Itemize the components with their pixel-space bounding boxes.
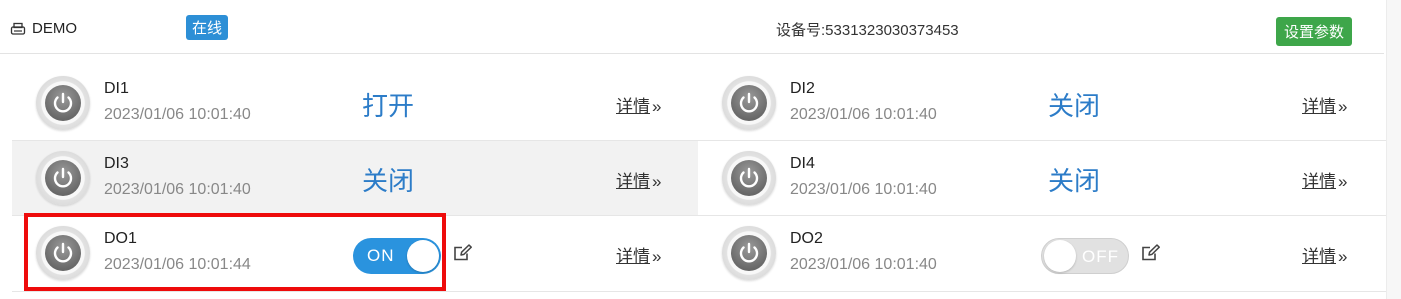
- toggle-knob: [407, 240, 439, 272]
- io-timestamp: 2023/01/06 10:01:44: [104, 256, 251, 273]
- table-row: DI4 2023/01/06 10:01:40 关闭 详情»: [698, 141, 1386, 215]
- detail-label: 详情: [1302, 247, 1336, 266]
- io-cell-di2: DI2 2023/01/06 10:01:40 关闭 详情»: [698, 66, 1386, 140]
- edit-icon[interactable]: [1141, 244, 1161, 267]
- detail-link[interactable]: 详情»: [616, 92, 661, 117]
- detail-link[interactable]: 详情»: [1302, 167, 1347, 192]
- detail-label: 详情: [1302, 97, 1336, 116]
- scrollbar[interactable]: [1386, 0, 1401, 299]
- chevron-right-icon: »: [652, 172, 662, 191]
- io-timestamp: 2023/01/06 10:01:40: [790, 106, 937, 123]
- io-cell-di1: DI1 2023/01/06 10:01:40 打开 详情»: [12, 66, 698, 140]
- io-name: DI3: [104, 155, 129, 172]
- serial-number: 设备号:5331323030373453: [776, 19, 959, 40]
- table-row: DO1 2023/01/06 10:01:44 ON 详情»: [12, 216, 698, 290]
- toggle-label: OFF: [1082, 247, 1119, 266]
- power-icon: [722, 76, 776, 130]
- chevron-right-icon: »: [652, 97, 662, 116]
- device-header: DEMO 在线 设备号:5331323030373453 设置参数: [0, 0, 1384, 54]
- table-row: DI1 2023/01/06 10:01:40 打开 详情»: [12, 66, 698, 140]
- detail-link[interactable]: 详情»: [616, 167, 661, 192]
- detail-label: 详情: [1302, 172, 1336, 191]
- io-cell-do1: DO1 2023/01/06 10:01:44 ON 详情»: [12, 216, 698, 290]
- io-timestamp: 2023/01/06 10:01:40: [790, 256, 937, 273]
- device-title: DEMO: [10, 20, 77, 37]
- power-icon: [36, 151, 90, 205]
- table-row: DO2 2023/01/06 10:01:40 OFF 详情»: [698, 216, 1386, 290]
- io-name: DI2: [790, 80, 815, 97]
- power-icon: [722, 226, 776, 280]
- io-cell-di4: DI4 2023/01/06 10:01:40 关闭 详情»: [698, 141, 1386, 215]
- do1-toggle-switch[interactable]: ON: [353, 238, 441, 274]
- detail-label: 详情: [616, 97, 650, 116]
- io-name: DI1: [104, 80, 129, 97]
- io-name: DO1: [104, 230, 137, 247]
- detail-link[interactable]: 详情»: [1302, 92, 1347, 117]
- do2-toggle-switch[interactable]: OFF: [1041, 238, 1129, 274]
- row-divider: [12, 291, 1386, 292]
- edit-icon[interactable]: [453, 244, 473, 267]
- printer-icon: [10, 22, 26, 36]
- detail-label: 详情: [616, 247, 650, 266]
- io-status: 打开: [362, 91, 415, 121]
- settings-button[interactable]: 设置参数: [1276, 17, 1353, 46]
- table-row: DI3 2023/01/06 10:01:40 关闭 详情»: [12, 141, 698, 215]
- chevron-right-icon: »: [652, 247, 662, 266]
- power-icon: [722, 151, 776, 205]
- device-name: DEMO: [32, 20, 77, 37]
- io-name: DO2: [790, 230, 823, 247]
- io-timestamp: 2023/01/06 10:01:40: [790, 181, 937, 198]
- toggle-knob: [1044, 240, 1076, 272]
- serial-label: 设备号:: [776, 22, 826, 39]
- serial-value: 5331323030373453: [825, 22, 959, 39]
- io-status: 关闭: [362, 166, 415, 196]
- io-cell-di3: DI3 2023/01/06 10:01:40 关闭 详情»: [12, 141, 698, 215]
- chevron-right-icon: »: [1338, 97, 1348, 116]
- chevron-right-icon: »: [1338, 247, 1348, 266]
- detail-label: 详情: [616, 172, 650, 191]
- power-icon: [36, 226, 90, 280]
- io-timestamp: 2023/01/06 10:01:40: [104, 106, 251, 123]
- io-cell-do2: DO2 2023/01/06 10:01:40 OFF 详情»: [698, 216, 1386, 290]
- detail-link[interactable]: 详情»: [1302, 242, 1347, 267]
- power-icon: [36, 76, 90, 130]
- io-status: 关闭: [1048, 166, 1101, 196]
- detail-link[interactable]: 详情»: [616, 242, 661, 267]
- table-row: DI2 2023/01/06 10:01:40 关闭 详情»: [698, 66, 1386, 140]
- toggle-label: ON: [367, 246, 395, 265]
- chevron-right-icon: »: [1338, 172, 1348, 191]
- io-name: DI4: [790, 155, 815, 172]
- online-status-badge: 在线: [186, 15, 229, 40]
- io-status: 关闭: [1048, 91, 1101, 121]
- io-timestamp: 2023/01/06 10:01:40: [104, 181, 251, 198]
